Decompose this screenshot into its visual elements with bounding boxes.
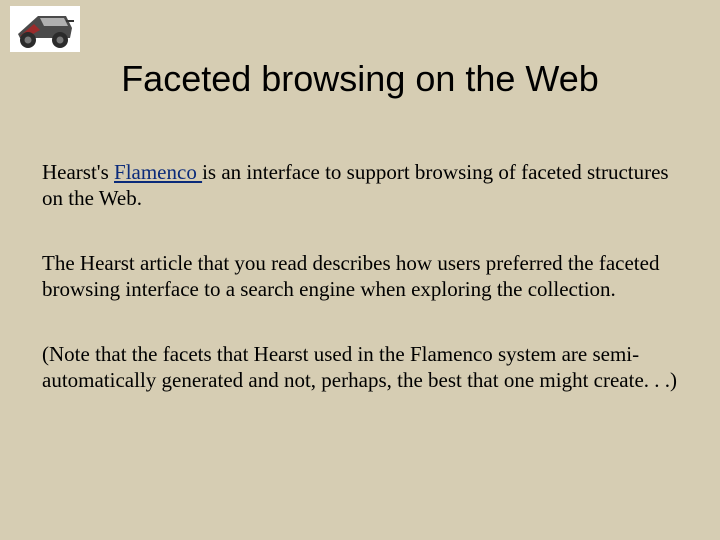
flamenco-link[interactable]: Flamenco	[114, 160, 202, 184]
text-span: Hearst's	[42, 160, 114, 184]
paragraph-2: The Hearst article that you read describ…	[42, 251, 678, 302]
slide: Faceted browsing on the Web Hearst's Fla…	[0, 0, 720, 540]
slide-title: Faceted browsing on the Web	[0, 58, 720, 100]
logo-image	[10, 6, 80, 52]
paragraph-1: Hearst's Flamenco is an interface to sup…	[42, 160, 678, 211]
paragraph-3: (Note that the facets that Hearst used i…	[42, 342, 678, 393]
slide-body: Hearst's Flamenco is an interface to sup…	[42, 160, 678, 394]
